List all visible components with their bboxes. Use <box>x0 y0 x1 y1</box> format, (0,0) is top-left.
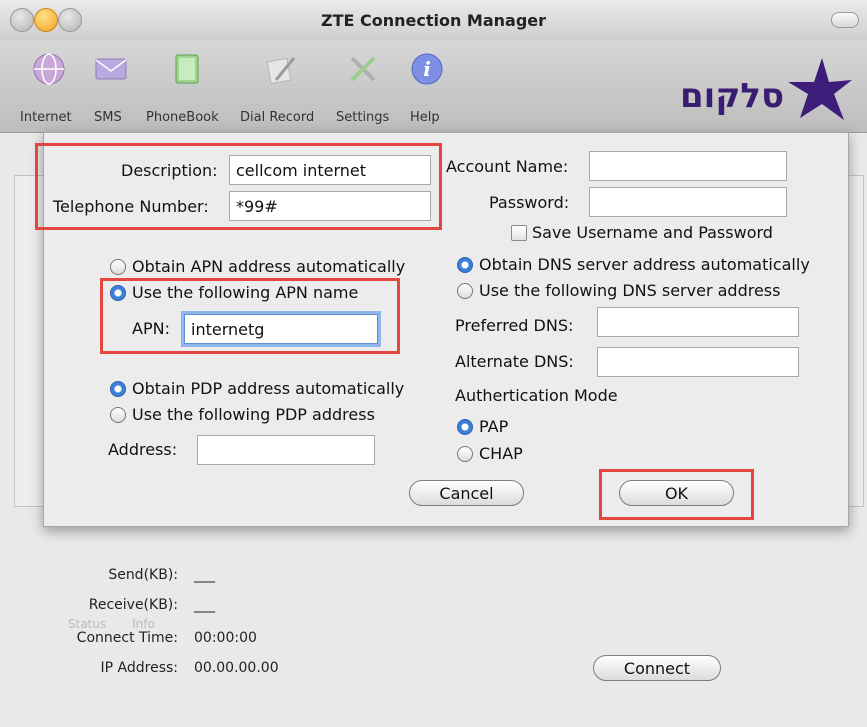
send-label: Send(KB): <box>108 567 178 583</box>
ip-address-label: IP Address: <box>100 660 179 676</box>
pdp-auto-label: Obtain PDP address automatically <box>132 379 405 398</box>
chap-radio[interactable] <box>457 446 473 462</box>
preferred-dns-label: Preferred DNS: <box>455 316 574 335</box>
envelope-icon <box>95 58 127 80</box>
svg-text:i: i <box>423 57 431 81</box>
toolbar-item-dial-record[interactable]: Dial Record <box>240 40 328 132</box>
window-title: ZTE Connection Manager <box>320 11 547 30</box>
toolbar: Internet SMS PhoneBook Dial Record Setti… <box>0 40 867 133</box>
auth-mode-label: Authertication Mode <box>455 386 618 405</box>
pap-radio[interactable] <box>457 419 473 435</box>
toolbar-item-sms[interactable]: SMS <box>94 40 134 132</box>
dial-record-icon <box>266 57 296 85</box>
title-bar: ZTE Connection Manager <box>0 0 867 41</box>
toolbar-item-internet[interactable]: Internet <box>20 40 80 132</box>
toolbar-label-dial-record: Dial Record <box>240 110 315 125</box>
connect-time-value: 00:00:00 <box>194 630 257 646</box>
cellcom-logo: סלקום <box>680 56 860 126</box>
dns-auto-label: Obtain DNS server address automatically <box>479 255 810 274</box>
pap-label: PAP <box>479 417 509 436</box>
star-icon <box>788 58 852 120</box>
receive-label: Receive(KB): <box>88 597 178 613</box>
tab-info[interactable]: Info <box>132 617 155 631</box>
toolbar-item-phonebook[interactable]: PhoneBook <box>146 40 230 132</box>
annotation-box-ok <box>599 469 754 520</box>
ip-address-value: 00.00.00.00 <box>194 660 279 676</box>
dns-manual-label: Use the following DNS server address <box>479 281 781 300</box>
pdp-address-field[interactable] <box>197 435 375 465</box>
toolbar-label-sms: SMS <box>94 110 122 125</box>
toolbar-label-help: Help <box>410 110 440 125</box>
dns-auto-radio[interactable] <box>457 257 473 273</box>
logo-text: סלקום <box>680 76 785 116</box>
alternate-dns-field[interactable] <box>597 347 799 377</box>
address-label: Address: <box>108 440 178 459</box>
connection-settings-dialog: Description: cellcom internet Telephone … <box>35 132 849 527</box>
preferred-dns-field[interactable] <box>597 307 799 337</box>
annotation-box-credentials <box>35 143 442 230</box>
password-field[interactable] <box>589 187 787 217</box>
toolbar-item-settings[interactable]: Settings <box>336 40 398 132</box>
save-credentials-label: Save Username and Password <box>532 223 773 242</box>
account-name-label: Account Name: <box>446 157 569 176</box>
save-credentials-checkbox[interactable] <box>511 225 527 241</box>
toolbar-item-help[interactable]: i Help <box>410 40 450 132</box>
toolbar-toggle-button[interactable] <box>831 12 859 28</box>
pdp-manual-radio[interactable] <box>110 407 126 423</box>
cancel-button[interactable]: Cancel <box>409 480 524 506</box>
phonebook-icon <box>175 54 199 84</box>
account-name-field[interactable] <box>589 151 787 181</box>
status-tabs: Status Info <box>68 617 155 631</box>
globe-icon <box>33 53 65 85</box>
toolbar-label-internet: Internet <box>20 110 72 125</box>
password-label: Password: <box>489 193 570 212</box>
apn-auto-label: Obtain APN address automatically <box>132 257 406 276</box>
settings-tools-icon <box>350 56 376 82</box>
send-value: ___ <box>194 567 215 583</box>
pdp-manual-label: Use the following PDP address <box>132 405 375 424</box>
info-icon: i <box>411 53 443 85</box>
dns-manual-radio[interactable] <box>457 283 473 299</box>
toolbar-label-settings: Settings <box>336 110 390 125</box>
chap-label: CHAP <box>479 444 523 463</box>
app-window: ZTE Connection Manager Internet SMS Phon <box>0 0 867 727</box>
tab-status[interactable]: Status <box>68 617 106 631</box>
annotation-box-apn <box>100 278 400 354</box>
pdp-auto-radio[interactable] <box>110 381 126 397</box>
toolbar-label-phonebook: PhoneBook <box>146 110 219 125</box>
alternate-dns-label: Alternate DNS: <box>455 352 574 371</box>
receive-value: ___ <box>194 597 215 613</box>
connect-button[interactable]: Connect <box>593 655 721 681</box>
connect-time-label: Connect Time: <box>76 630 178 646</box>
apn-auto-radio[interactable] <box>110 259 126 275</box>
